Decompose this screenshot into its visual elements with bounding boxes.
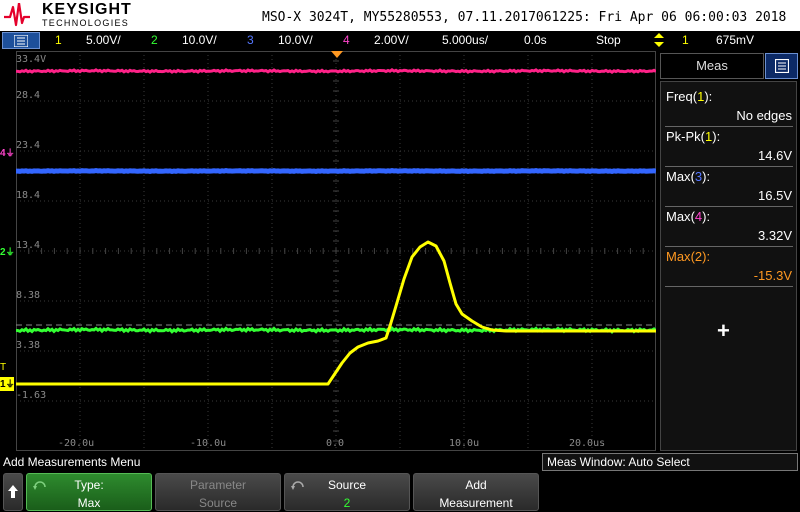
graticule-grid	[16, 51, 656, 451]
ch1-number[interactable]: 1	[55, 33, 62, 47]
main-menu-button[interactable]	[2, 32, 40, 49]
source-softkey-line2: 2	[343, 496, 351, 510]
measurement-separator	[665, 166, 793, 167]
measurement-value: 14.6V	[758, 148, 792, 163]
measurement-separator	[665, 206, 793, 207]
meas-tab[interactable]: Meas	[660, 53, 764, 79]
v-label-0: 33.4V	[16, 54, 47, 65]
brand-subtitle: TECHNOLOGIES	[42, 18, 130, 28]
type-softkey[interactable]: Type: Max	[26, 473, 152, 511]
timebase[interactable]: 5.000us/	[442, 33, 488, 47]
h-label-4: 20.0us	[569, 438, 606, 449]
ch4-number[interactable]: 4	[343, 33, 350, 47]
ch1-ground-marker[interactable]: 1⏚	[0, 377, 15, 391]
status-bar: 1 5.00V/ 2 10.0V/ 3 10.0V/ 4 2.00V/ 5.00…	[0, 31, 800, 51]
ch2-ground-marker[interactable]: 2⏚	[0, 245, 16, 259]
ch4-trace	[16, 67, 656, 75]
run-state[interactable]: Stop	[596, 33, 621, 47]
trigger-level-marker[interactable]: T	[0, 361, 16, 375]
measurement-item[interactable]: Max(4): 3.32V	[666, 208, 792, 248]
back-button[interactable]	[3, 473, 23, 511]
h-label-2: 0.0	[326, 438, 345, 449]
title-bar: KEYSIGHT TECHNOLOGIES MSO-X 3024T, MY552…	[0, 0, 800, 31]
waveform-display[interactable]	[16, 51, 656, 451]
trigger-position-marker-icon[interactable]	[331, 51, 343, 58]
measurement-separator	[665, 286, 793, 287]
softkey-menu-title: Add Measurements Menu	[3, 455, 141, 469]
type-softkey-line2: Max	[77, 496, 101, 510]
trigger-source[interactable]: 1	[682, 33, 689, 47]
v-label-7: -1.63	[16, 390, 47, 401]
ch3-number[interactable]: 3	[247, 33, 254, 47]
measurement-name: Max(3):	[666, 169, 711, 184]
measurement-panel: Meas Freq(1): No edges Pk-Pk(1): 14.6V Max(3…	[660, 51, 800, 451]
trigger-slope-icon[interactable]	[654, 33, 664, 50]
h-label-0: -20.0u	[58, 438, 95, 449]
keysight-logo-icon	[4, 3, 30, 27]
h-label-1: -10.0u	[190, 438, 227, 449]
ch3-scale[interactable]: 10.0V/	[278, 33, 313, 47]
scope-info: MSO-X 3024T, MY55280553, 07.11.201706122…	[262, 10, 787, 25]
measurement-name: Max(4):	[666, 209, 711, 224]
v-label-2: 23.4	[16, 140, 41, 151]
ch4-scale[interactable]: 2.00V/	[374, 33, 409, 47]
menu-icon	[14, 35, 28, 47]
measurement-name: Max(2):	[666, 249, 711, 264]
measurement-item[interactable]: Pk-Pk(1): 14.6V	[666, 128, 792, 168]
ch2-number[interactable]: 2	[151, 33, 158, 47]
trigger-level[interactable]: 675mV	[716, 33, 754, 47]
measurement-item[interactable]: Freq(1): No edges	[666, 88, 792, 128]
measurement-item[interactable]: Max(2): -15.3V	[666, 248, 792, 288]
measurement-value: No edges	[736, 108, 792, 123]
v-label-4: 13.4	[16, 240, 41, 251]
meas-tab-icon-button[interactable]	[765, 53, 798, 79]
measurement-name: Pk-Pk(1):	[666, 129, 721, 144]
measurement-value: 3.32V	[758, 228, 792, 243]
brand-name: KEYSIGHT	[42, 1, 132, 18]
add-measurement-softkey[interactable]: Add Measurement	[413, 473, 539, 511]
parameter-source-line1: Parameter	[189, 478, 247, 492]
v-label-3: 18.4	[16, 190, 41, 201]
v-label-1: 28.4	[16, 90, 41, 101]
ch4-ground-marker[interactable]: 4⏚	[0, 146, 16, 160]
measurement-separator	[665, 246, 793, 247]
ch2-scale[interactable]: 10.0V/	[182, 33, 217, 47]
ch1-scale[interactable]: 5.00V/	[86, 33, 121, 47]
source-softkey[interactable]: Source 2	[284, 473, 410, 511]
measurement-name: Freq(1):	[666, 89, 713, 104]
measurement-value: -15.3V	[753, 268, 792, 283]
parameter-source-line2: Source	[198, 496, 238, 510]
ch3-trace	[16, 168, 656, 174]
v-label-5: 8.38	[16, 290, 41, 301]
v-label-6: 3.38	[16, 340, 41, 351]
rotate-knob-icon	[291, 481, 304, 490]
h-label-3: 10.0u	[449, 438, 480, 449]
measurement-item[interactable]: Max(3): 16.5V	[666, 168, 792, 208]
menu-icon	[775, 59, 789, 73]
add-measurement-plus-icon[interactable]: +	[717, 318, 730, 344]
measurement-list: Freq(1): No edges Pk-Pk(1): 14.6V Max(3): 16.…	[660, 81, 797, 451]
measurement-separator	[665, 126, 793, 127]
parameter-source-softkey[interactable]: Parameter Source	[155, 473, 281, 511]
up-arrow-icon	[8, 485, 18, 498]
measurement-value: 16.5V	[758, 188, 792, 203]
rotate-knob-icon	[33, 481, 46, 490]
meas-window-status: Meas Window: Auto Select	[542, 453, 798, 471]
add-measurement-line1: Add	[465, 478, 487, 492]
trigger-delay[interactable]: 0.0s	[524, 33, 547, 47]
add-measurement-line2: Measurement	[439, 496, 513, 510]
